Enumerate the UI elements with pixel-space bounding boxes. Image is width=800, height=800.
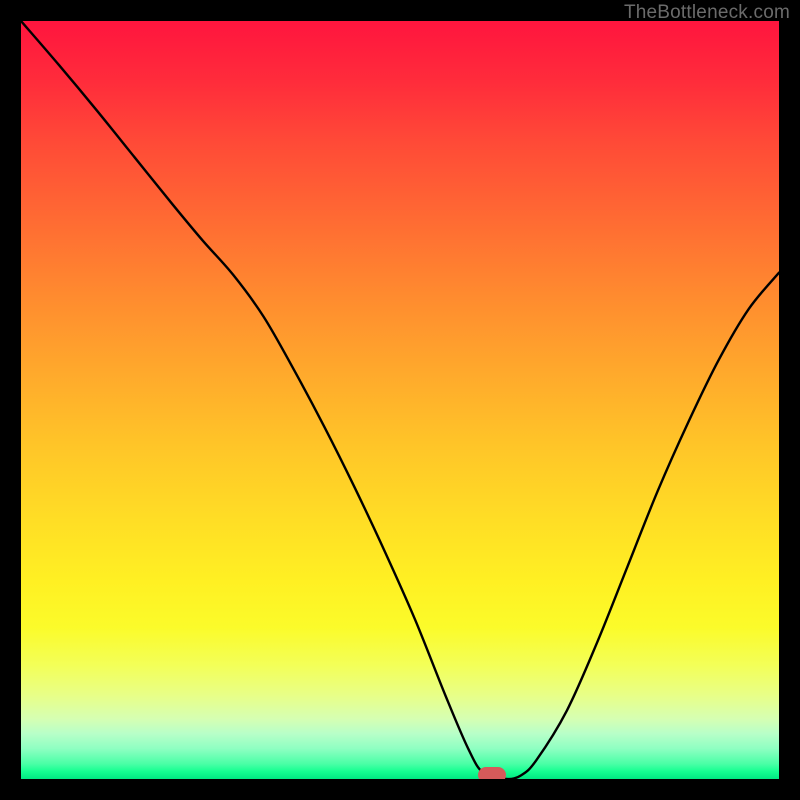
background-gradient <box>21 21 779 779</box>
plot-area <box>21 21 779 779</box>
sweet-spot-marker <box>478 767 506 779</box>
chart-frame: TheBottleneck.com <box>0 0 800 800</box>
